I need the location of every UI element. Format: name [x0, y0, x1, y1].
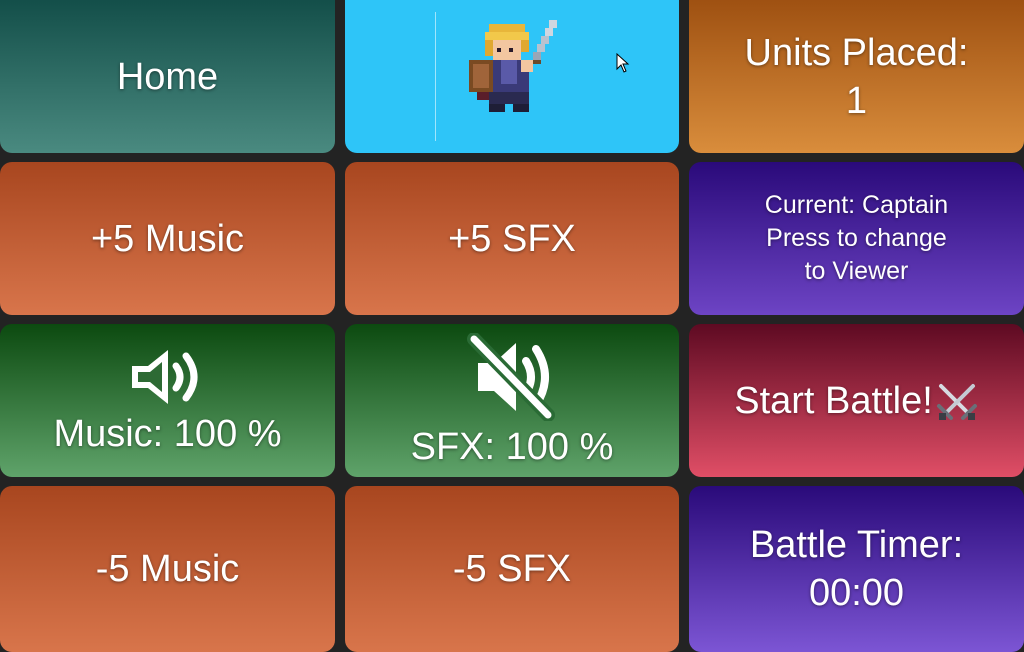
start-battle-button[interactable]: Start Battle!: [689, 324, 1024, 477]
divider-line: [435, 12, 436, 141]
music-volume-button[interactable]: Music: 100 %: [0, 324, 335, 477]
role-press-label: Press to change: [766, 224, 947, 252]
home-button[interactable]: Home: [0, 0, 335, 153]
music-volume-label: Music: 100 %: [53, 412, 282, 455]
sfx-volume-button[interactable]: SFX: 100 %: [345, 324, 679, 477]
music-down-label: -5 Music: [95, 548, 240, 590]
role-toggle-button[interactable]: Current: Captain Press to change to View…: [689, 162, 1024, 315]
knight-sprite-icon: [469, 20, 557, 112]
sfx-up-button[interactable]: +5 SFX: [345, 162, 679, 315]
start-battle-row: Start Battle!: [734, 377, 979, 425]
start-battle-label: Start Battle!: [734, 379, 933, 422]
music-up-button[interactable]: +5 Music: [0, 162, 335, 315]
units-placed-count: 1: [845, 79, 868, 122]
music-down-button[interactable]: -5 Music: [0, 486, 335, 652]
mouse-pointer-icon: [616, 53, 630, 73]
music-up-label: +5 Music: [90, 217, 245, 260]
units-placed-title: Units Placed:: [744, 31, 969, 74]
battle-timer-title: Battle Timer:: [749, 524, 964, 566]
crossed-swords-icon: [936, 384, 977, 421]
avatar-button[interactable]: [345, 0, 679, 153]
battle-timer-tile[interactable]: Battle Timer: 00:00: [689, 486, 1024, 652]
sfx-up-label: +5 SFX: [448, 217, 576, 260]
battle-timer-value: 00:00: [808, 572, 905, 614]
sfx-down-button[interactable]: -5 SFX: [345, 486, 679, 652]
role-target-label: to Viewer: [804, 257, 909, 285]
sfx-volume-label: SFX: 100 %: [410, 425, 614, 468]
speaker-icon: [131, 349, 197, 404]
units-placed-tile[interactable]: Units Placed: 1: [689, 0, 1024, 153]
sfx-down-label: -5 SFX: [452, 548, 572, 590]
home-label: Home: [116, 55, 219, 98]
speaker-muted-icon: [467, 332, 555, 421]
role-current-label: Current: Captain: [764, 191, 949, 219]
stream-deck-grid: Home Units Placed: 1 +5 Music +5 SFX Cur…: [0, 0, 1024, 652]
